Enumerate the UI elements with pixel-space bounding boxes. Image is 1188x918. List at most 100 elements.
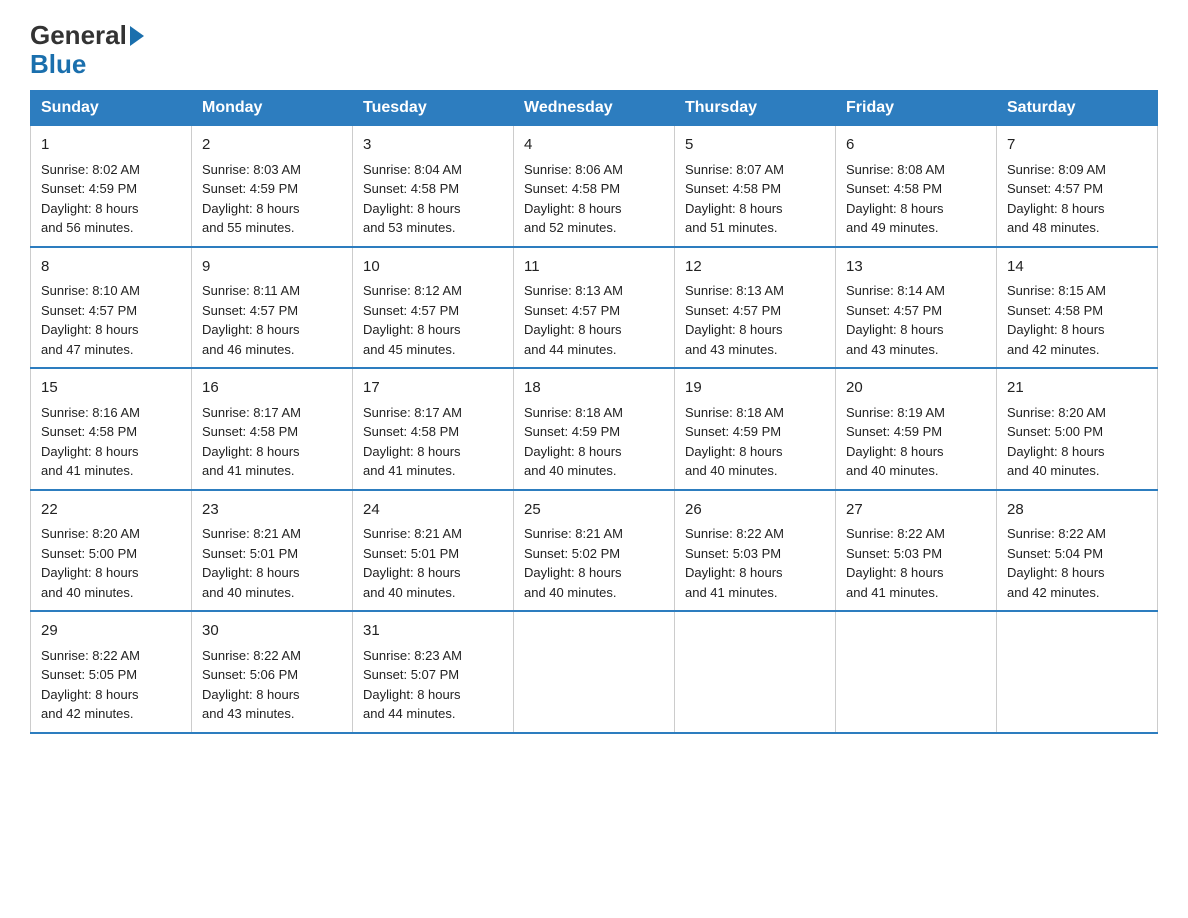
day-number: 30 — [202, 620, 342, 643]
weekday-header-wednesday: Wednesday — [514, 91, 675, 126]
day-info: Sunrise: 8:17 AMSunset: 4:58 PMDaylight:… — [363, 405, 462, 479]
day-number: 15 — [41, 377, 181, 400]
calendar-cell: 6 Sunrise: 8:08 AMSunset: 4:58 PMDayligh… — [836, 126, 997, 247]
day-number: 8 — [41, 256, 181, 279]
day-info: Sunrise: 8:21 AMSunset: 5:02 PMDaylight:… — [524, 526, 623, 600]
day-info: Sunrise: 8:18 AMSunset: 4:59 PMDaylight:… — [524, 405, 623, 479]
day-number: 11 — [524, 256, 664, 279]
weekday-header-sunday: Sunday — [31, 91, 192, 126]
header-row: SundayMondayTuesdayWednesdayThursdayFrid… — [31, 91, 1158, 126]
week-row-1: 1 Sunrise: 8:02 AMSunset: 4:59 PMDayligh… — [31, 126, 1158, 247]
weekday-header-thursday: Thursday — [675, 91, 836, 126]
calendar-body: 1 Sunrise: 8:02 AMSunset: 4:59 PMDayligh… — [31, 126, 1158, 733]
day-info: Sunrise: 8:13 AMSunset: 4:57 PMDaylight:… — [524, 283, 623, 357]
day-info: Sunrise: 8:18 AMSunset: 4:59 PMDaylight:… — [685, 405, 784, 479]
day-info: Sunrise: 8:11 AMSunset: 4:57 PMDaylight:… — [202, 283, 300, 357]
calendar-cell — [675, 611, 836, 733]
weekday-header-monday: Monday — [192, 91, 353, 126]
calendar-cell: 19 Sunrise: 8:18 AMSunset: 4:59 PMDaylig… — [675, 368, 836, 490]
day-info: Sunrise: 8:10 AMSunset: 4:57 PMDaylight:… — [41, 283, 140, 357]
day-info: Sunrise: 8:20 AMSunset: 5:00 PMDaylight:… — [41, 526, 140, 600]
day-number: 9 — [202, 256, 342, 279]
day-number: 20 — [846, 377, 986, 400]
day-info: Sunrise: 8:04 AMSunset: 4:58 PMDaylight:… — [363, 162, 462, 236]
logo: General Blue — [30, 20, 147, 80]
day-info: Sunrise: 8:08 AMSunset: 4:58 PMDaylight:… — [846, 162, 945, 236]
calendar-cell: 22 Sunrise: 8:20 AMSunset: 5:00 PMDaylig… — [31, 490, 192, 612]
day-info: Sunrise: 8:06 AMSunset: 4:58 PMDaylight:… — [524, 162, 623, 236]
calendar-cell: 25 Sunrise: 8:21 AMSunset: 5:02 PMDaylig… — [514, 490, 675, 612]
calendar-cell — [514, 611, 675, 733]
calendar-cell: 12 Sunrise: 8:13 AMSunset: 4:57 PMDaylig… — [675, 247, 836, 369]
logo-arrow-icon — [130, 26, 144, 46]
day-number: 12 — [685, 256, 825, 279]
day-number: 21 — [1007, 377, 1147, 400]
calendar-cell: 23 Sunrise: 8:21 AMSunset: 5:01 PMDaylig… — [192, 490, 353, 612]
logo-general-text: General — [30, 20, 127, 51]
calendar-cell: 11 Sunrise: 8:13 AMSunset: 4:57 PMDaylig… — [514, 247, 675, 369]
day-number: 19 — [685, 377, 825, 400]
day-info: Sunrise: 8:09 AMSunset: 4:57 PMDaylight:… — [1007, 162, 1106, 236]
week-row-2: 8 Sunrise: 8:10 AMSunset: 4:57 PMDayligh… — [31, 247, 1158, 369]
calendar-cell: 31 Sunrise: 8:23 AMSunset: 5:07 PMDaylig… — [353, 611, 514, 733]
calendar-cell: 27 Sunrise: 8:22 AMSunset: 5:03 PMDaylig… — [836, 490, 997, 612]
week-row-3: 15 Sunrise: 8:16 AMSunset: 4:58 PMDaylig… — [31, 368, 1158, 490]
calendar-cell: 8 Sunrise: 8:10 AMSunset: 4:57 PMDayligh… — [31, 247, 192, 369]
day-info: Sunrise: 8:12 AMSunset: 4:57 PMDaylight:… — [363, 283, 462, 357]
calendar-cell: 2 Sunrise: 8:03 AMSunset: 4:59 PMDayligh… — [192, 126, 353, 247]
weekday-header-saturday: Saturday — [997, 91, 1158, 126]
day-number: 5 — [685, 134, 825, 157]
calendar-cell — [997, 611, 1158, 733]
weekday-header-friday: Friday — [836, 91, 997, 126]
calendar-cell — [836, 611, 997, 733]
logo-blue-word: Blue — [30, 49, 86, 80]
day-number: 18 — [524, 377, 664, 400]
day-number: 6 — [846, 134, 986, 157]
day-number: 29 — [41, 620, 181, 643]
day-number: 31 — [363, 620, 503, 643]
calendar-cell: 18 Sunrise: 8:18 AMSunset: 4:59 PMDaylig… — [514, 368, 675, 490]
day-info: Sunrise: 8:22 AMSunset: 5:05 PMDaylight:… — [41, 648, 140, 722]
week-row-4: 22 Sunrise: 8:20 AMSunset: 5:00 PMDaylig… — [31, 490, 1158, 612]
day-info: Sunrise: 8:13 AMSunset: 4:57 PMDaylight:… — [685, 283, 784, 357]
calendar-cell: 30 Sunrise: 8:22 AMSunset: 5:06 PMDaylig… — [192, 611, 353, 733]
calendar-cell: 17 Sunrise: 8:17 AMSunset: 4:58 PMDaylig… — [353, 368, 514, 490]
day-number: 26 — [685, 499, 825, 522]
day-info: Sunrise: 8:07 AMSunset: 4:58 PMDaylight:… — [685, 162, 784, 236]
calendar-cell: 3 Sunrise: 8:04 AMSunset: 4:58 PMDayligh… — [353, 126, 514, 247]
day-info: Sunrise: 8:21 AMSunset: 5:01 PMDaylight:… — [363, 526, 462, 600]
day-number: 7 — [1007, 134, 1147, 157]
day-number: 13 — [846, 256, 986, 279]
day-info: Sunrise: 8:23 AMSunset: 5:07 PMDaylight:… — [363, 648, 462, 722]
calendar-cell: 26 Sunrise: 8:22 AMSunset: 5:03 PMDaylig… — [675, 490, 836, 612]
day-number: 27 — [846, 499, 986, 522]
day-info: Sunrise: 8:22 AMSunset: 5:03 PMDaylight:… — [685, 526, 784, 600]
calendar-cell: 28 Sunrise: 8:22 AMSunset: 5:04 PMDaylig… — [997, 490, 1158, 612]
calendar-cell: 14 Sunrise: 8:15 AMSunset: 4:58 PMDaylig… — [997, 247, 1158, 369]
calendar-cell: 21 Sunrise: 8:20 AMSunset: 5:00 PMDaylig… — [997, 368, 1158, 490]
day-number: 2 — [202, 134, 342, 157]
weekday-header-tuesday: Tuesday — [353, 91, 514, 126]
day-info: Sunrise: 8:22 AMSunset: 5:06 PMDaylight:… — [202, 648, 301, 722]
day-info: Sunrise: 8:19 AMSunset: 4:59 PMDaylight:… — [846, 405, 945, 479]
day-info: Sunrise: 8:16 AMSunset: 4:58 PMDaylight:… — [41, 405, 140, 479]
calendar-cell: 4 Sunrise: 8:06 AMSunset: 4:58 PMDayligh… — [514, 126, 675, 247]
day-info: Sunrise: 8:20 AMSunset: 5:00 PMDaylight:… — [1007, 405, 1106, 479]
calendar-cell: 24 Sunrise: 8:21 AMSunset: 5:01 PMDaylig… — [353, 490, 514, 612]
day-number: 28 — [1007, 499, 1147, 522]
day-info: Sunrise: 8:02 AMSunset: 4:59 PMDaylight:… — [41, 162, 140, 236]
day-number: 10 — [363, 256, 503, 279]
day-number: 23 — [202, 499, 342, 522]
day-info: Sunrise: 8:14 AMSunset: 4:57 PMDaylight:… — [846, 283, 945, 357]
day-number: 1 — [41, 134, 181, 157]
day-info: Sunrise: 8:17 AMSunset: 4:58 PMDaylight:… — [202, 405, 301, 479]
calendar-cell: 10 Sunrise: 8:12 AMSunset: 4:57 PMDaylig… — [353, 247, 514, 369]
calendar-cell: 1 Sunrise: 8:02 AMSunset: 4:59 PMDayligh… — [31, 126, 192, 247]
calendar-table: SundayMondayTuesdayWednesdayThursdayFrid… — [30, 90, 1158, 734]
day-number: 25 — [524, 499, 664, 522]
calendar-cell: 13 Sunrise: 8:14 AMSunset: 4:57 PMDaylig… — [836, 247, 997, 369]
day-number: 14 — [1007, 256, 1147, 279]
week-row-5: 29 Sunrise: 8:22 AMSunset: 5:05 PMDaylig… — [31, 611, 1158, 733]
day-info: Sunrise: 8:21 AMSunset: 5:01 PMDaylight:… — [202, 526, 301, 600]
calendar-cell: 15 Sunrise: 8:16 AMSunset: 4:58 PMDaylig… — [31, 368, 192, 490]
